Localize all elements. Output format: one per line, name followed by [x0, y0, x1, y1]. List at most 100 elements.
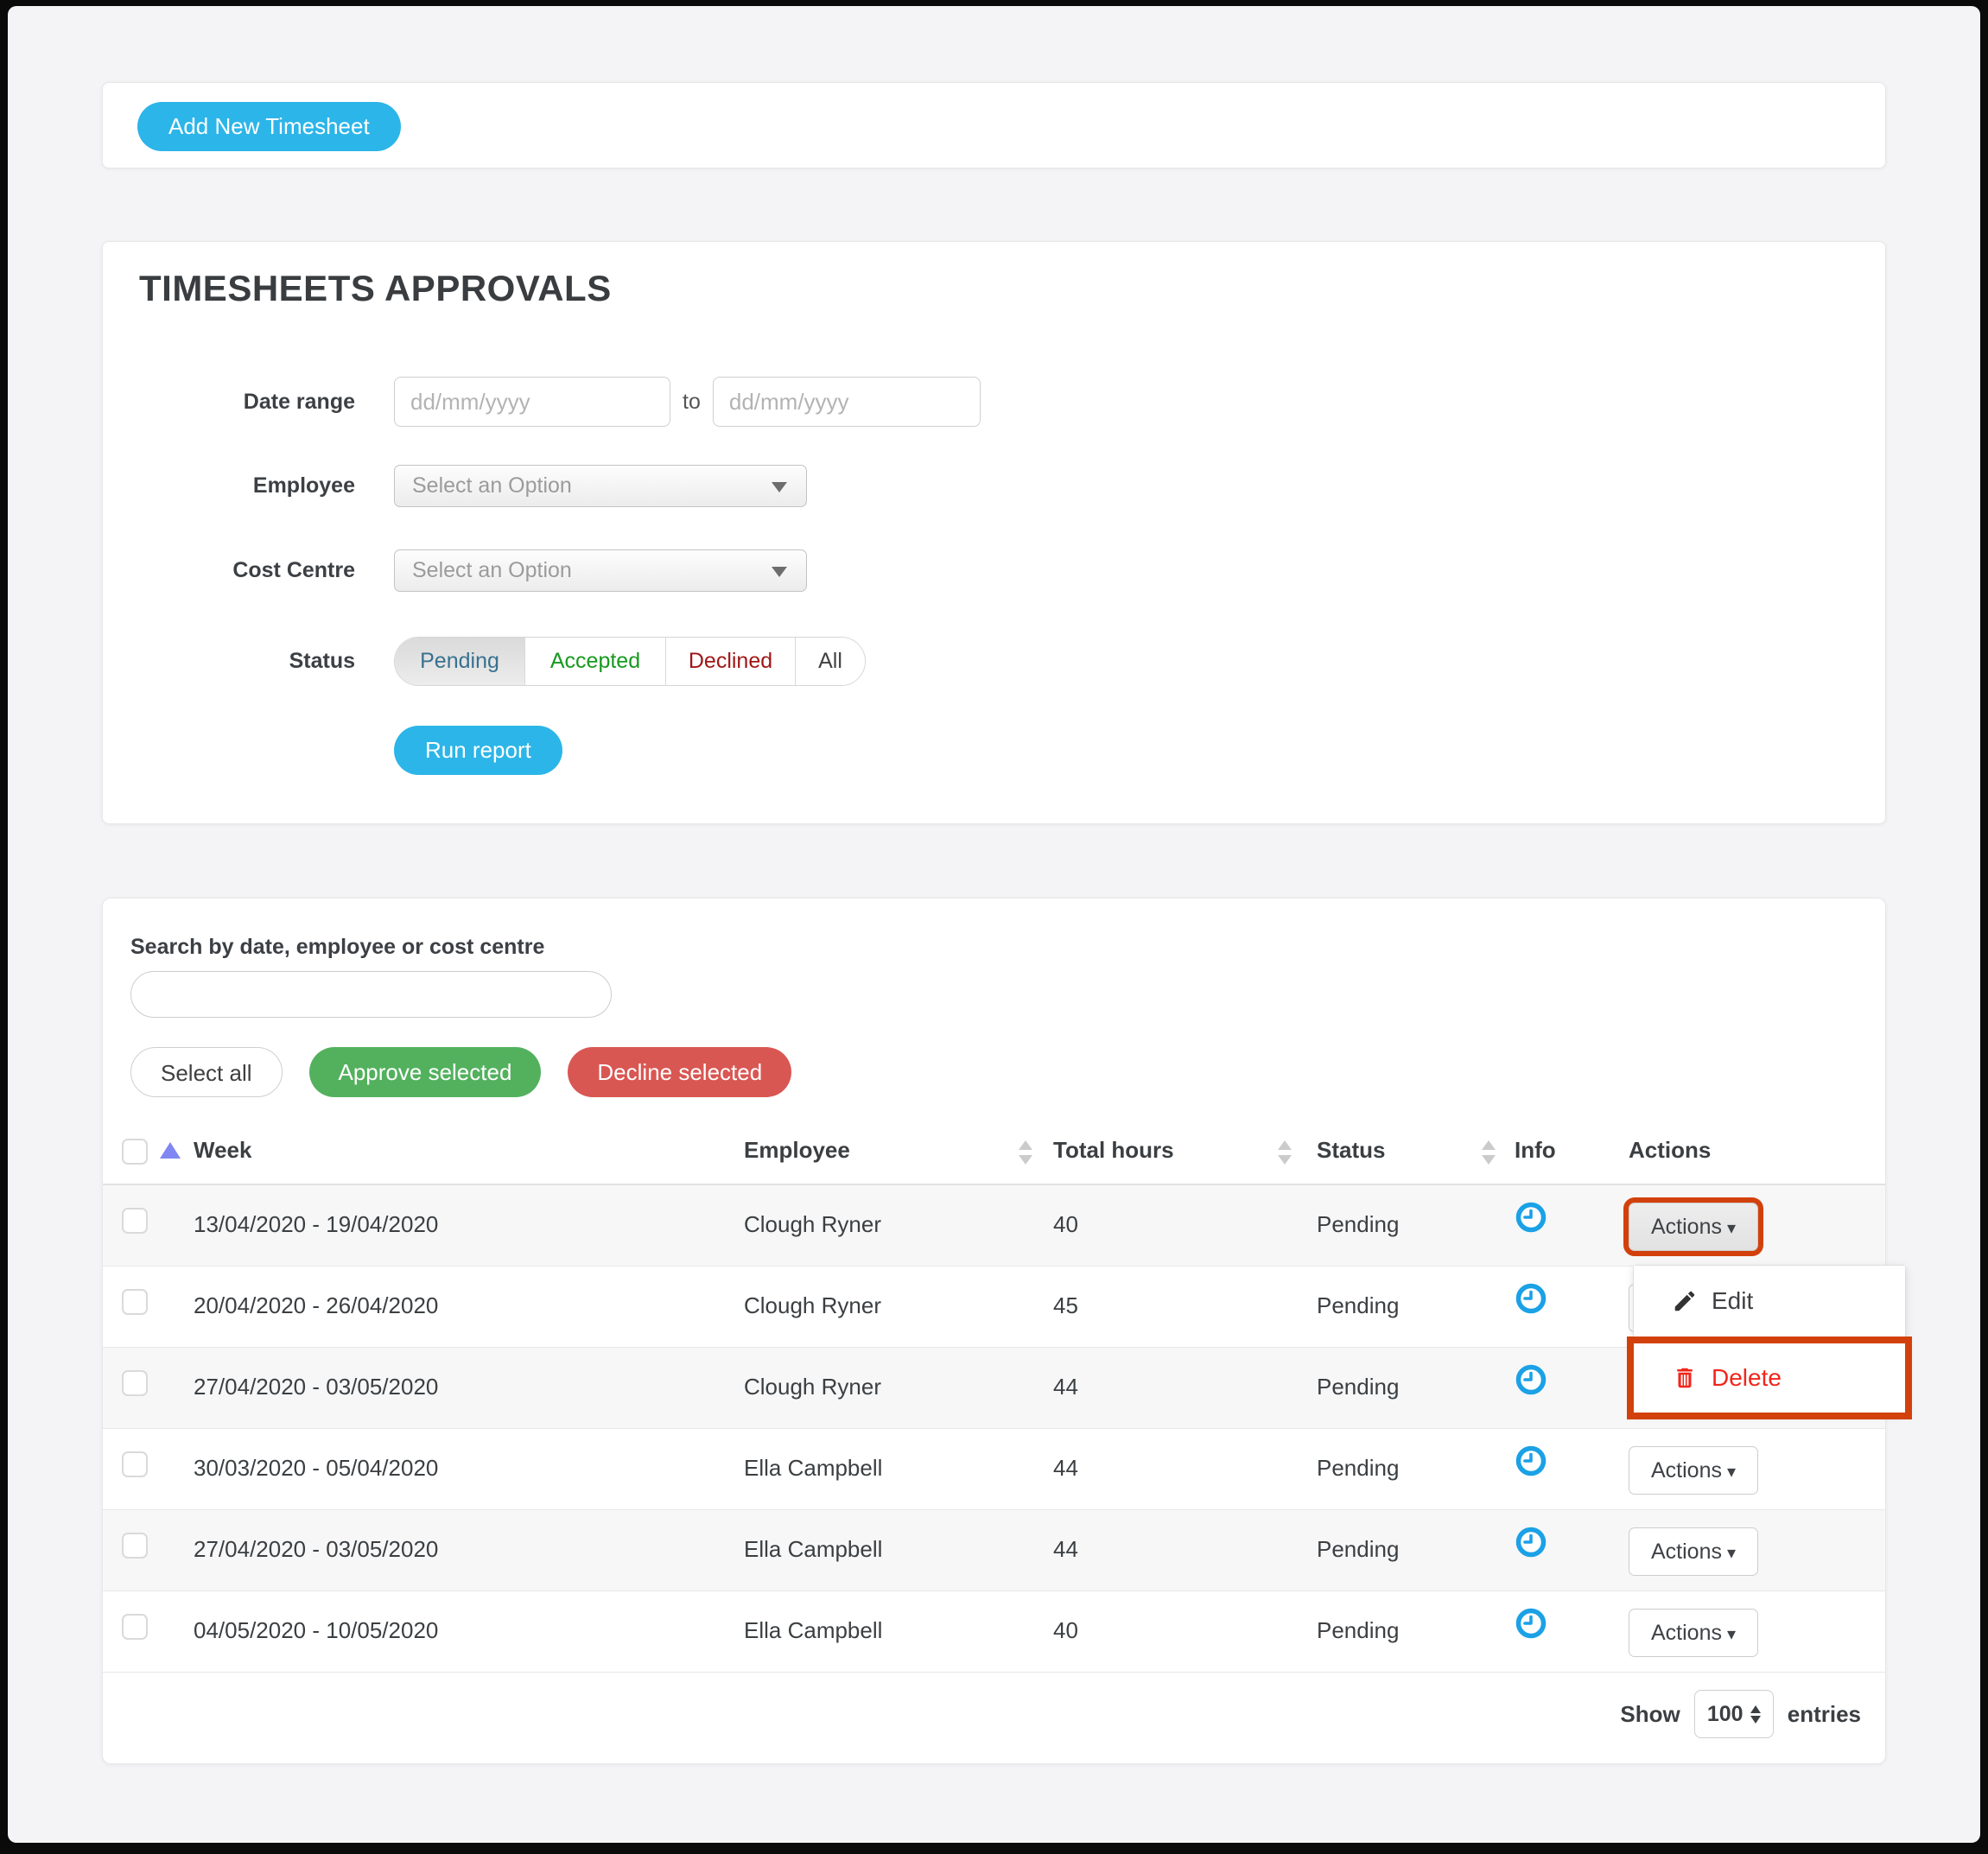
table-row: 04/05/2020 - 10/05/2020 Ella Campbell 40…: [103, 1591, 1885, 1673]
menu-item-delete[interactable]: Delete: [1634, 1343, 1905, 1413]
decline-selected-button[interactable]: Decline selected: [568, 1047, 791, 1097]
date-range-row: Date range to: [103, 377, 981, 427]
employee-cell: Clough Ryner: [744, 1211, 881, 1238]
week-cell: 27/04/2020 - 03/05/2020: [194, 1374, 438, 1400]
week-cell: 04/05/2020 - 10/05/2020: [194, 1617, 438, 1644]
table-header: Week Employee Total hours Status Info Ac…: [103, 1125, 1885, 1185]
run-report-button[interactable]: Run report: [394, 726, 562, 775]
week-cell: 20/04/2020 - 26/04/2020: [194, 1292, 438, 1319]
info-clock-icon[interactable]: [1515, 1607, 1547, 1640]
info-clock-icon[interactable]: [1515, 1282, 1547, 1315]
approve-selected-button[interactable]: Approve selected: [309, 1047, 542, 1097]
menu-item-edit[interactable]: Edit: [1634, 1266, 1905, 1337]
total-hours-cell: 44: [1053, 1455, 1078, 1482]
results-card: Search by date, employee or cost centre …: [102, 898, 1886, 1764]
table-row: 27/04/2020 - 03/05/2020 Clough Ryner 44 …: [103, 1348, 1885, 1429]
date-range-label: Date range: [103, 390, 355, 415]
date-from-input[interactable]: [394, 377, 670, 427]
total-hours-cell: 44: [1053, 1374, 1078, 1400]
date-to-input[interactable]: [713, 377, 981, 427]
entries-label: entries: [1788, 1701, 1861, 1728]
status-cell: Pending: [1317, 1455, 1399, 1482]
actions-button[interactable]: Actions▾: [1629, 1609, 1758, 1657]
page-size-select[interactable]: 100: [1694, 1690, 1774, 1738]
date-separator-label: to: [683, 390, 701, 415]
delete-trash-icon: [1672, 1365, 1698, 1391]
row-checkbox[interactable]: [122, 1208, 148, 1234]
total-hours-cell: 40: [1053, 1211, 1078, 1238]
toolbar-card: Add New Timesheet: [102, 82, 1886, 168]
total-hours-cell: 44: [1053, 1536, 1078, 1563]
filters-card: TIMESHEETS APPROVALS Date range to Emplo…: [102, 241, 1886, 824]
status-cell: Pending: [1317, 1292, 1399, 1319]
column-header-status[interactable]: Status: [1317, 1137, 1385, 1164]
status-row: Status Pending Accepted Declined All: [103, 637, 866, 686]
status-label: Status: [103, 649, 355, 674]
employee-cell: Ella Campbell: [744, 1536, 882, 1563]
employee-cell: Clough Ryner: [744, 1374, 881, 1400]
sort-icon[interactable]: [1019, 1139, 1032, 1166]
employee-select[interactable]: Select an Option: [394, 465, 807, 507]
info-clock-icon[interactable]: [1515, 1444, 1547, 1477]
table-row: 13/04/2020 - 19/04/2020 Clough Ryner 40 …: [103, 1185, 1885, 1267]
select-all-button[interactable]: Select all: [130, 1047, 283, 1097]
page-size-value: 100: [1707, 1702, 1743, 1727]
caret-down-icon: ▾: [1727, 1544, 1736, 1563]
cost-centre-select-value: Select an Option: [412, 558, 572, 583]
screenshot-frame: Add New Timesheet TIMESHEETS APPROVALS D…: [0, 0, 1988, 1854]
actions-button[interactable]: Actions▾: [1629, 1203, 1758, 1251]
actions-button[interactable]: Actions▾: [1629, 1527, 1758, 1576]
menu-item-edit-label: Edit: [1712, 1287, 1753, 1315]
status-option-accepted[interactable]: Accepted: [524, 638, 665, 685]
info-clock-icon[interactable]: [1515, 1201, 1547, 1234]
row-checkbox[interactable]: [122, 1289, 148, 1315]
status-cell: Pending: [1317, 1374, 1399, 1400]
edit-pencil-icon: [1672, 1288, 1698, 1314]
menu-item-delete-label: Delete: [1712, 1364, 1782, 1392]
status-option-all[interactable]: All: [795, 638, 865, 685]
search-label: Search by date, employee or cost centre: [130, 935, 544, 960]
spinner-arrows-icon: [1750, 1705, 1761, 1724]
page-background: Add New Timesheet TIMESHEETS APPROVALS D…: [8, 6, 1980, 1843]
select-all-checkbox[interactable]: [122, 1139, 148, 1165]
employee-row: Employee Select an Option: [103, 465, 807, 507]
chevron-down-icon: [772, 567, 787, 577]
table-footer: Show 100 entries: [1620, 1690, 1861, 1738]
week-cell: 27/04/2020 - 03/05/2020: [194, 1536, 438, 1563]
sort-icon[interactable]: [1482, 1139, 1496, 1166]
total-hours-cell: 40: [1053, 1617, 1078, 1644]
info-clock-icon[interactable]: [1515, 1526, 1547, 1559]
row-checkbox[interactable]: [122, 1533, 148, 1559]
chevron-down-icon: [772, 482, 787, 492]
column-header-total-hours[interactable]: Total hours: [1053, 1137, 1174, 1164]
table-body: 13/04/2020 - 19/04/2020 Clough Ryner 40 …: [103, 1185, 1885, 1673]
info-clock-icon[interactable]: [1515, 1363, 1547, 1396]
add-new-timesheet-button[interactable]: Add New Timesheet: [137, 102, 401, 151]
status-cell: Pending: [1317, 1211, 1399, 1238]
column-header-employee[interactable]: Employee: [744, 1137, 850, 1164]
column-header-week[interactable]: Week: [194, 1137, 251, 1164]
show-label: Show: [1620, 1701, 1680, 1728]
status-option-declined[interactable]: Declined: [665, 638, 795, 685]
status-option-pending[interactable]: Pending: [395, 638, 524, 685]
week-cell: 13/04/2020 - 19/04/2020: [194, 1211, 438, 1238]
status-cell: Pending: [1317, 1617, 1399, 1644]
actions-button[interactable]: Actions▾: [1629, 1446, 1758, 1495]
employee-select-value: Select an Option: [412, 473, 572, 498]
actions-dropdown-menu: Edit Delete: [1633, 1265, 1906, 1413]
cost-centre-select[interactable]: Select an Option: [394, 549, 807, 592]
caret-down-icon: ▾: [1727, 1463, 1736, 1482]
row-checkbox[interactable]: [122, 1370, 148, 1396]
table-row: 27/04/2020 - 03/05/2020 Ella Campbell 44…: [103, 1510, 1885, 1591]
employee-cell: Ella Campbell: [744, 1617, 882, 1644]
status-segmented-control: Pending Accepted Declined All: [394, 637, 866, 686]
employee-cell: Ella Campbell: [744, 1455, 882, 1482]
sort-icon[interactable]: [1278, 1139, 1292, 1166]
table-row: 30/03/2020 - 05/04/2020 Ella Campbell 44…: [103, 1429, 1885, 1510]
employee-cell: Clough Ryner: [744, 1292, 881, 1319]
caret-down-icon: ▾: [1727, 1219, 1736, 1238]
row-checkbox[interactable]: [122, 1451, 148, 1477]
row-checkbox[interactable]: [122, 1614, 148, 1640]
search-input[interactable]: [130, 971, 612, 1018]
total-hours-cell: 45: [1053, 1292, 1078, 1319]
